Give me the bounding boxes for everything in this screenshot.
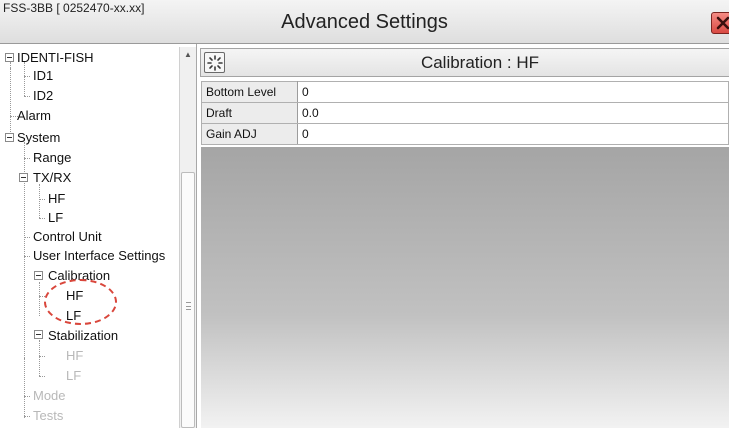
calibration-table: Bottom Level 0 Draft 0.0 Gain ADJ 0 [201, 81, 729, 145]
scroll-up-arrow-icon[interactable]: ▲ [180, 47, 196, 63]
tree-item-txrx-lf[interactable]: LF [48, 208, 63, 228]
dialog-title: Advanced Settings [281, 11, 448, 33]
tree-item-identi-fish[interactable]: IDENTI-FISH [17, 48, 94, 68]
tree-item-tests: Tests [33, 408, 64, 423]
table-row: Draft 0.0 [201, 102, 729, 124]
tree-item-control-unit[interactable]: Control Unit [33, 227, 102, 247]
tree-item-user-interface-settings[interactable]: User Interface Settings [33, 246, 165, 266]
close-button[interactable] [711, 12, 729, 34]
bottom-level-field[interactable]: 0 [297, 81, 729, 103]
panel-title: Calibration : HF [420, 53, 540, 72]
tree-item-stabilization-lf: LF [66, 368, 82, 383]
tree-collapse-icon[interactable] [34, 271, 43, 280]
tree-item-mode: Mode [33, 388, 66, 403]
tree-item-alarm[interactable]: Alarm [17, 106, 51, 126]
row-label-gain-adj: Gain ADJ [201, 123, 298, 145]
table-row: Gain ADJ 0 [201, 123, 729, 145]
row-label-draft: Draft [201, 102, 298, 124]
tree-item-txrx[interactable]: TX/RX [33, 168, 71, 188]
close-icon [716, 16, 729, 30]
title-bar: FSS-3BB [ 0252470-xx.xx] Advanced Settin… [0, 0, 729, 44]
row-label-bottom-level: Bottom Level [201, 81, 298, 103]
tree-item-stabilization[interactable]: Stabilization [48, 326, 118, 346]
scroll-grip-icon [186, 302, 191, 310]
tree-collapse-icon[interactable] [19, 173, 28, 182]
tree-item-system[interactable]: System [17, 128, 60, 148]
scroll-thumb[interactable] [181, 172, 195, 428]
panel-header: Calibration : HF [200, 48, 729, 77]
tree-scrollbar[interactable]: ▲ [179, 47, 196, 428]
tree-collapse-icon[interactable] [34, 330, 43, 339]
highlight-circle [44, 279, 117, 325]
draft-field[interactable]: 0.0 [297, 102, 729, 124]
panel-empty-area [201, 147, 729, 428]
tree-item-stabilization-hf: HF [66, 348, 84, 363]
tree-collapse-icon[interactable] [5, 53, 14, 62]
tree-item-txrx-hf[interactable]: HF [48, 189, 65, 209]
tree-item-id1[interactable]: ID1 [33, 66, 53, 86]
gain-adj-field[interactable]: 0 [297, 123, 729, 145]
tree-item-range[interactable]: Range [33, 148, 71, 168]
tree-collapse-icon[interactable] [5, 133, 14, 142]
table-row: Bottom Level 0 [201, 81, 729, 103]
tree-item-id2[interactable]: ID2 [33, 86, 53, 106]
settings-tree: IDENTI-FISH ID1 ID2 Alarm System Range T… [0, 44, 197, 428]
